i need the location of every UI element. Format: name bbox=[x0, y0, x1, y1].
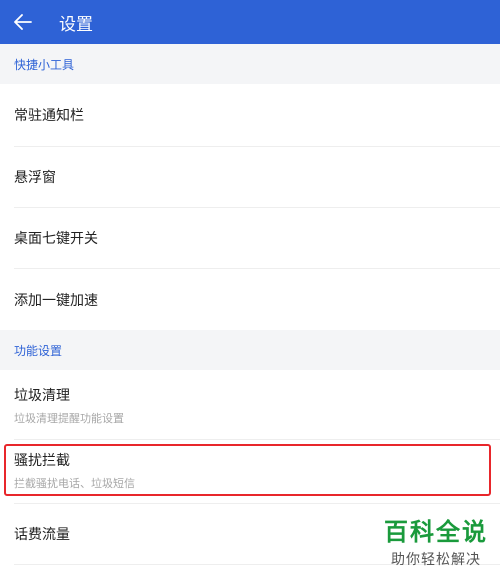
setting-item-desktop-switches[interactable]: 桌面七键开关 bbox=[0, 208, 500, 268]
setting-item-one-key-boost[interactable]: 添加一键加速 bbox=[0, 269, 500, 330]
back-button[interactable] bbox=[13, 12, 33, 32]
page-title: 设置 bbox=[59, 14, 93, 35]
setting-item-label: 悬浮窗 bbox=[14, 170, 56, 186]
watermark-subtitle: 助你轻松解决 bbox=[391, 552, 481, 568]
setting-item-description: 拦截骚扰电话、垃圾短信 bbox=[14, 476, 135, 490]
setting-item-description: 垃圾清理提醒功能设置 bbox=[14, 411, 124, 425]
setting-item-label: 桌面七键开关 bbox=[14, 231, 98, 247]
setting-item-harassment-block[interactable]: 骚扰拦截 拦截骚扰电话、垃圾短信 bbox=[0, 440, 500, 500]
setting-item-label: 常驻通知栏 bbox=[14, 108, 84, 124]
setting-item-notification-bar[interactable]: 常驻通知栏 bbox=[0, 84, 500, 146]
section-header-shortcuts: 快捷小工具 bbox=[0, 44, 500, 84]
setting-item-label: 添加一键加速 bbox=[14, 292, 98, 309]
watermark: 百科全说 助你轻松解决 bbox=[384, 512, 488, 569]
watermark-title: 百科全说 bbox=[384, 518, 488, 546]
section-header-features: 功能设置 bbox=[0, 330, 500, 370]
setting-item-junk-clean[interactable]: 垃圾清理 垃圾清理提醒功能设置 bbox=[0, 371, 500, 439]
arrow-left-icon bbox=[14, 14, 32, 30]
app-bar: 设置 bbox=[0, 0, 500, 44]
setting-item-label: 骚扰拦截 bbox=[14, 452, 70, 469]
setting-item-floating-window[interactable]: 悬浮窗 bbox=[0, 147, 500, 207]
setting-item-label: 垃圾清理 bbox=[14, 387, 70, 404]
